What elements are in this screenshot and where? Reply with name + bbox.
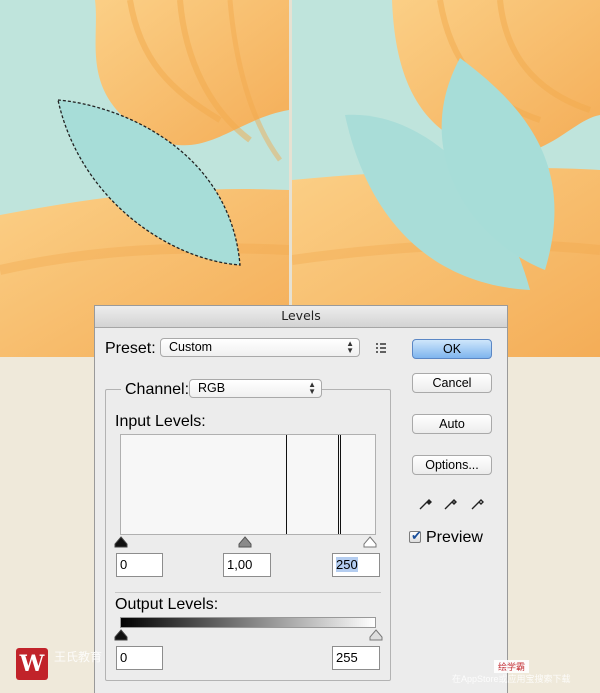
channel-label: Channel: <box>121 381 194 399</box>
left-panel <box>0 0 289 357</box>
auto-button[interactable]: Auto <box>412 414 492 434</box>
histogram <box>120 434 376 535</box>
ok-button[interactable]: OK <box>412 339 492 359</box>
output-gradient <box>120 617 376 628</box>
preset-options-icon[interactable] <box>375 341 387 353</box>
input-white-field[interactable]: 250 <box>332 553 380 577</box>
brand-logo: W <box>16 648 48 680</box>
brand-name: 王氏教育 <box>54 650 103 664</box>
output-black-slider[interactable] <box>114 628 128 646</box>
histogram-spike <box>338 435 339 534</box>
input-white-slider[interactable] <box>363 535 377 553</box>
chevron-updown-icon: ▲ ▼ <box>346 339 354 355</box>
output-black-field[interactable]: 0 <box>116 646 163 670</box>
preset-select[interactable]: Custom ▲ ▼ <box>160 338 360 357</box>
channel-value: RGB <box>198 381 226 395</box>
preset-value: Custom <box>169 340 213 354</box>
input-black-field[interactable]: 0 <box>116 553 163 577</box>
black-eyedropper-icon[interactable] <box>418 495 434 516</box>
input-white-value: 250 <box>336 557 358 572</box>
input-black-slider[interactable] <box>114 535 128 553</box>
preset-label: Preset: <box>105 340 156 357</box>
dialog-title: Levels <box>95 306 507 328</box>
options-button[interactable]: Options... <box>412 455 492 475</box>
input-levels-label: Input Levels: <box>115 413 206 430</box>
right-panel <box>292 0 600 357</box>
output-white-field[interactable]: 255 <box>332 646 380 670</box>
separator <box>115 592 381 593</box>
cancel-button[interactable]: Cancel <box>412 373 492 393</box>
input-gamma-slider[interactable] <box>238 535 252 553</box>
histogram-spike <box>286 435 287 534</box>
preview-label: Preview <box>426 529 483 546</box>
white-eyedropper-icon[interactable] <box>470 495 486 516</box>
checkmark-icon: ✔ <box>411 528 422 543</box>
output-levels-label: Output Levels: <box>115 596 219 613</box>
preview-checkbox[interactable]: ✔ <box>409 528 422 543</box>
channel-select[interactable]: RGB ▲ ▼ <box>189 379 322 398</box>
histogram-spike <box>340 435 341 534</box>
output-white-slider[interactable] <box>369 628 383 646</box>
input-gamma-field[interactable]: 1,00 <box>223 553 271 577</box>
watermark-subtitle: 在AppStore或应用宝搜索下载 <box>452 674 571 684</box>
gray-eyedropper-icon[interactable] <box>443 495 459 516</box>
chevron-updown-icon: ▲ ▼ <box>308 380 316 396</box>
